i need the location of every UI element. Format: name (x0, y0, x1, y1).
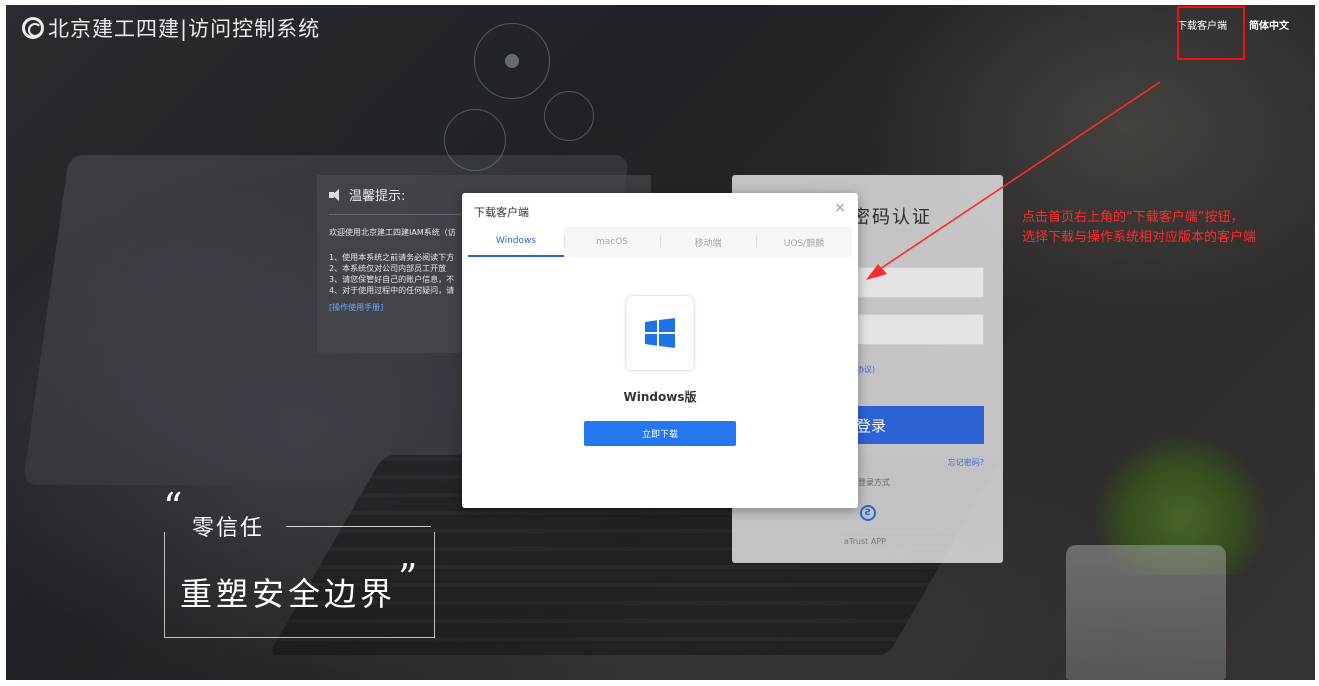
download-client-modal: 下载客户端 × Windows macOS 移动端 UOS/麒麟 Windows… (462, 193, 858, 508)
slogan-divider (286, 526, 431, 527)
annotation-arrow-icon (866, 81, 1161, 280)
user-ring-icon (474, 23, 550, 99)
os-tabs: Windows macOS 移动端 UOS/麒麟 (468, 227, 852, 257)
agreement-link[interactable]: 协议) (856, 364, 875, 375)
language-selector[interactable]: 简体中文 (1249, 17, 1289, 32)
windows-os-card (625, 295, 695, 371)
background-plant (1096, 435, 1266, 575)
tab-windows[interactable]: Windows (468, 227, 564, 257)
device-ring-icon (544, 91, 594, 141)
slogan-frame-right (434, 532, 435, 638)
forgot-password-link[interactable]: 忘记密码? (948, 457, 984, 468)
os-label: Windows版 (623, 390, 697, 404)
tab-mobile[interactable]: 移动端 (660, 227, 756, 257)
annotation-highlight-box (1177, 6, 1245, 60)
tab-uos-kylin[interactable]: UOS/麒麟 (756, 227, 852, 257)
modal-title: 下载客户端 (474, 206, 529, 219)
slogan-quote-close: ” (398, 556, 418, 600)
login-button[interactable]: 登录 (842, 406, 984, 444)
brand-logo-icon (22, 17, 44, 39)
slogan-quote-open: “ (163, 485, 183, 529)
atrust-icon[interactable]: Ƨ (860, 505, 876, 521)
other-login-methods: 登录方式 (858, 478, 890, 487)
notice-title: 温馨提示: (349, 189, 406, 204)
download-now-button[interactable]: 立即下载 (584, 421, 736, 446)
background-pot (1066, 545, 1226, 680)
tab-macos[interactable]: macOS (564, 227, 660, 257)
atrust-label[interactable]: aTrust APP (844, 537, 886, 546)
close-icon[interactable]: × (834, 200, 846, 216)
slogan-line2: 重塑安全边界 (180, 575, 397, 613)
brand-title: 北京建工四建|访问控制系统 (48, 17, 321, 41)
windows-icon (645, 318, 675, 348)
laptop-ring-icon (444, 109, 506, 171)
speaker-icon (329, 188, 341, 201)
password-input[interactable] (842, 314, 984, 345)
brand: 北京建工四建|访问控制系统 (22, 14, 320, 42)
